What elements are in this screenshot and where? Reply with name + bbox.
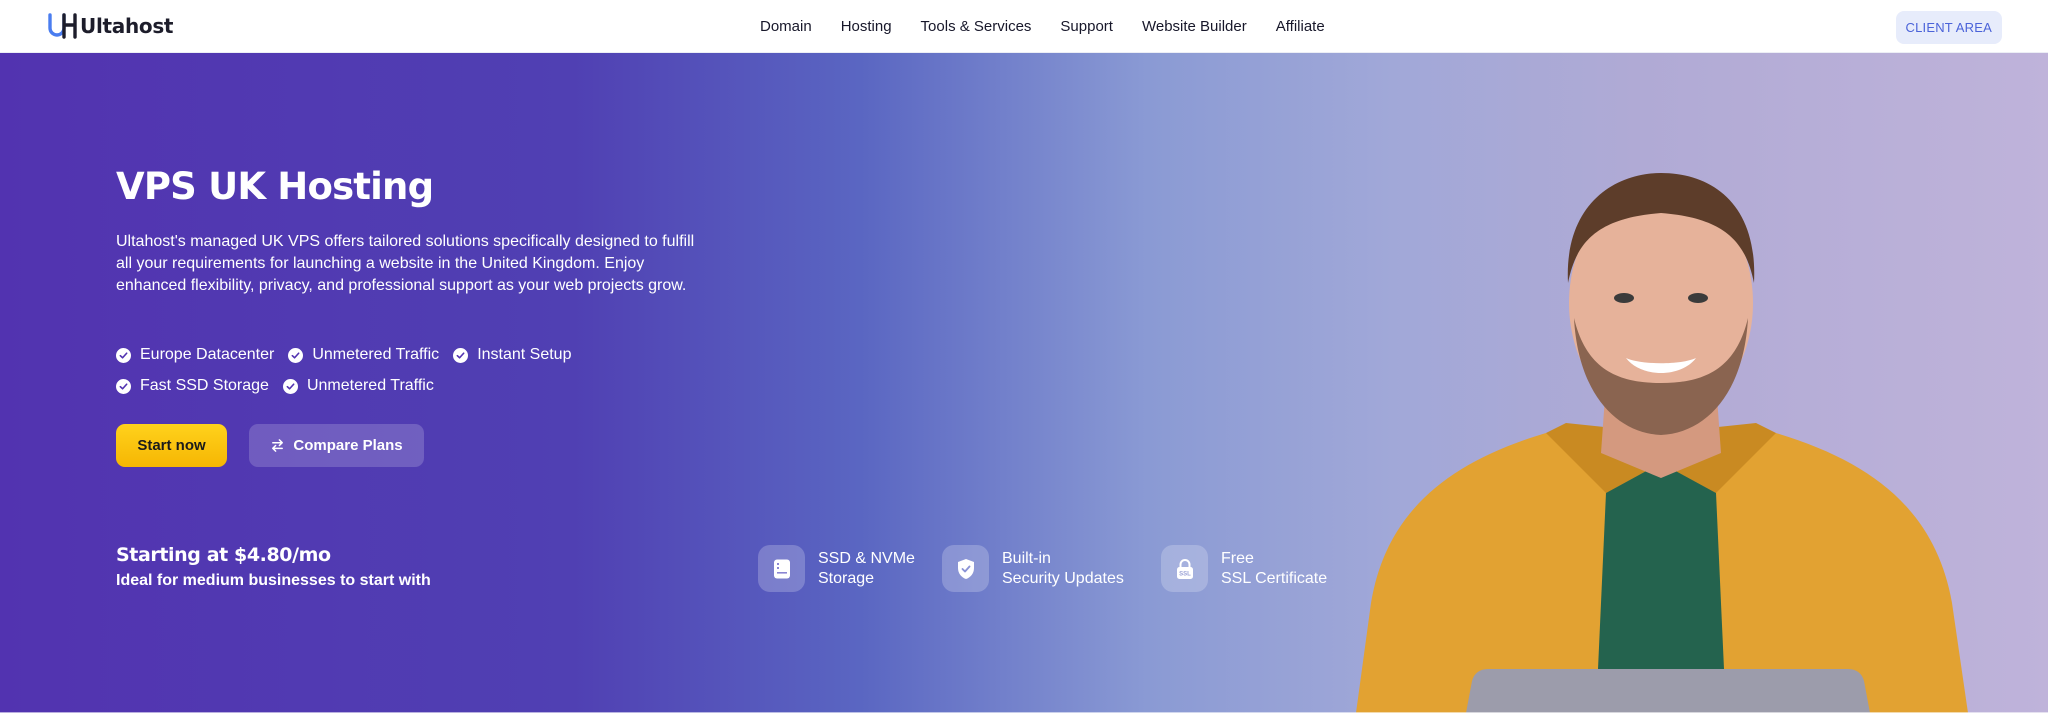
feature-row: Europe Datacenter Unmetered Traffic Inst… [116, 344, 676, 366]
feature-label: Unmetered Traffic [312, 346, 440, 363]
check-icon [116, 378, 131, 394]
logo[interactable]: Ultahost [48, 13, 174, 39]
swap-arrows-icon [272, 439, 284, 452]
badge-line1: SSD & NVMe [818, 549, 915, 567]
hero-section: VPS UK Hosting Ultahost's managed UK VPS… [0, 53, 2048, 713]
badge-line2: Storage [818, 569, 875, 587]
feature-label: Instant Setup [477, 346, 572, 363]
server-icon [758, 545, 805, 592]
badge-line2: SSL Certificate [1221, 569, 1328, 587]
badge-ssl-certificate: SSL Free SSL Certificate [1161, 545, 1327, 592]
nav-affiliate[interactable]: Affiliate [1276, 18, 1325, 35]
feature-label: Fast SSD Storage [140, 377, 269, 394]
price-subtitle: Ideal for medium businesses to start wit… [116, 572, 431, 589]
feature-list: Europe Datacenter Unmetered Traffic Inst… [116, 344, 676, 406]
shield-check-icon [942, 545, 989, 592]
feature-row: Fast SSD Storage Unmetered Traffic [116, 375, 676, 397]
badge-line1: Built-in [1002, 549, 1051, 567]
ultahost-logo-icon [48, 13, 77, 39]
lock-ssl-icon: SSL [1161, 545, 1208, 592]
feature-label: Unmetered Traffic [306, 377, 434, 394]
feature-item: Unmetered Traffic [288, 346, 439, 364]
badge-security-updates: Built-in Security Updates [942, 545, 1124, 592]
feature-item: Fast SSD Storage [116, 377, 269, 395]
check-icon [288, 347, 304, 363]
compare-plans-label: Compare Plans [293, 437, 403, 454]
hero-description: Ultahost's managed UK VPS offers tailore… [116, 233, 695, 294]
nav-website-builder[interactable]: Website Builder [1142, 18, 1247, 35]
nav-domain[interactable]: Domain [760, 18, 812, 35]
main-nav: Domain Hosting Tools & Services Support … [760, 0, 1354, 53]
nav-support[interactable]: Support [1060, 18, 1113, 35]
badge-line2: Security Updates [1002, 569, 1124, 587]
page-title: VPS UK Hosting [116, 165, 434, 208]
badge-line1: Free [1221, 549, 1254, 567]
feature-item: Europe Datacenter [116, 346, 274, 364]
check-icon [116, 347, 131, 363]
nav-hosting[interactable]: Hosting [841, 18, 892, 35]
top-navbar: Ultahost Domain Hosting Tools & Services… [0, 0, 2048, 53]
feature-item: Instant Setup [453, 346, 571, 364]
feature-label: Europe Datacenter [140, 346, 275, 363]
ssl-icon-text: SSL [1179, 571, 1191, 577]
logo-text: Ultahost [80, 14, 174, 38]
check-icon [453, 347, 469, 363]
check-icon [282, 378, 298, 394]
start-now-button[interactable]: Start now [116, 424, 227, 467]
nav-tools-services[interactable]: Tools & Services [921, 18, 1032, 35]
badge-ssd-storage: SSD & NVMe Storage [758, 545, 915, 592]
hero-person-image [1356, 173, 1968, 713]
starting-price: Starting at $4.80/mo [116, 544, 331, 566]
compare-plans-button[interactable]: Compare Plans [249, 424, 424, 467]
client-area-button[interactable]: CLIENT AREA [1895, 11, 2002, 44]
feature-item: Unmetered Traffic [282, 377, 434, 395]
